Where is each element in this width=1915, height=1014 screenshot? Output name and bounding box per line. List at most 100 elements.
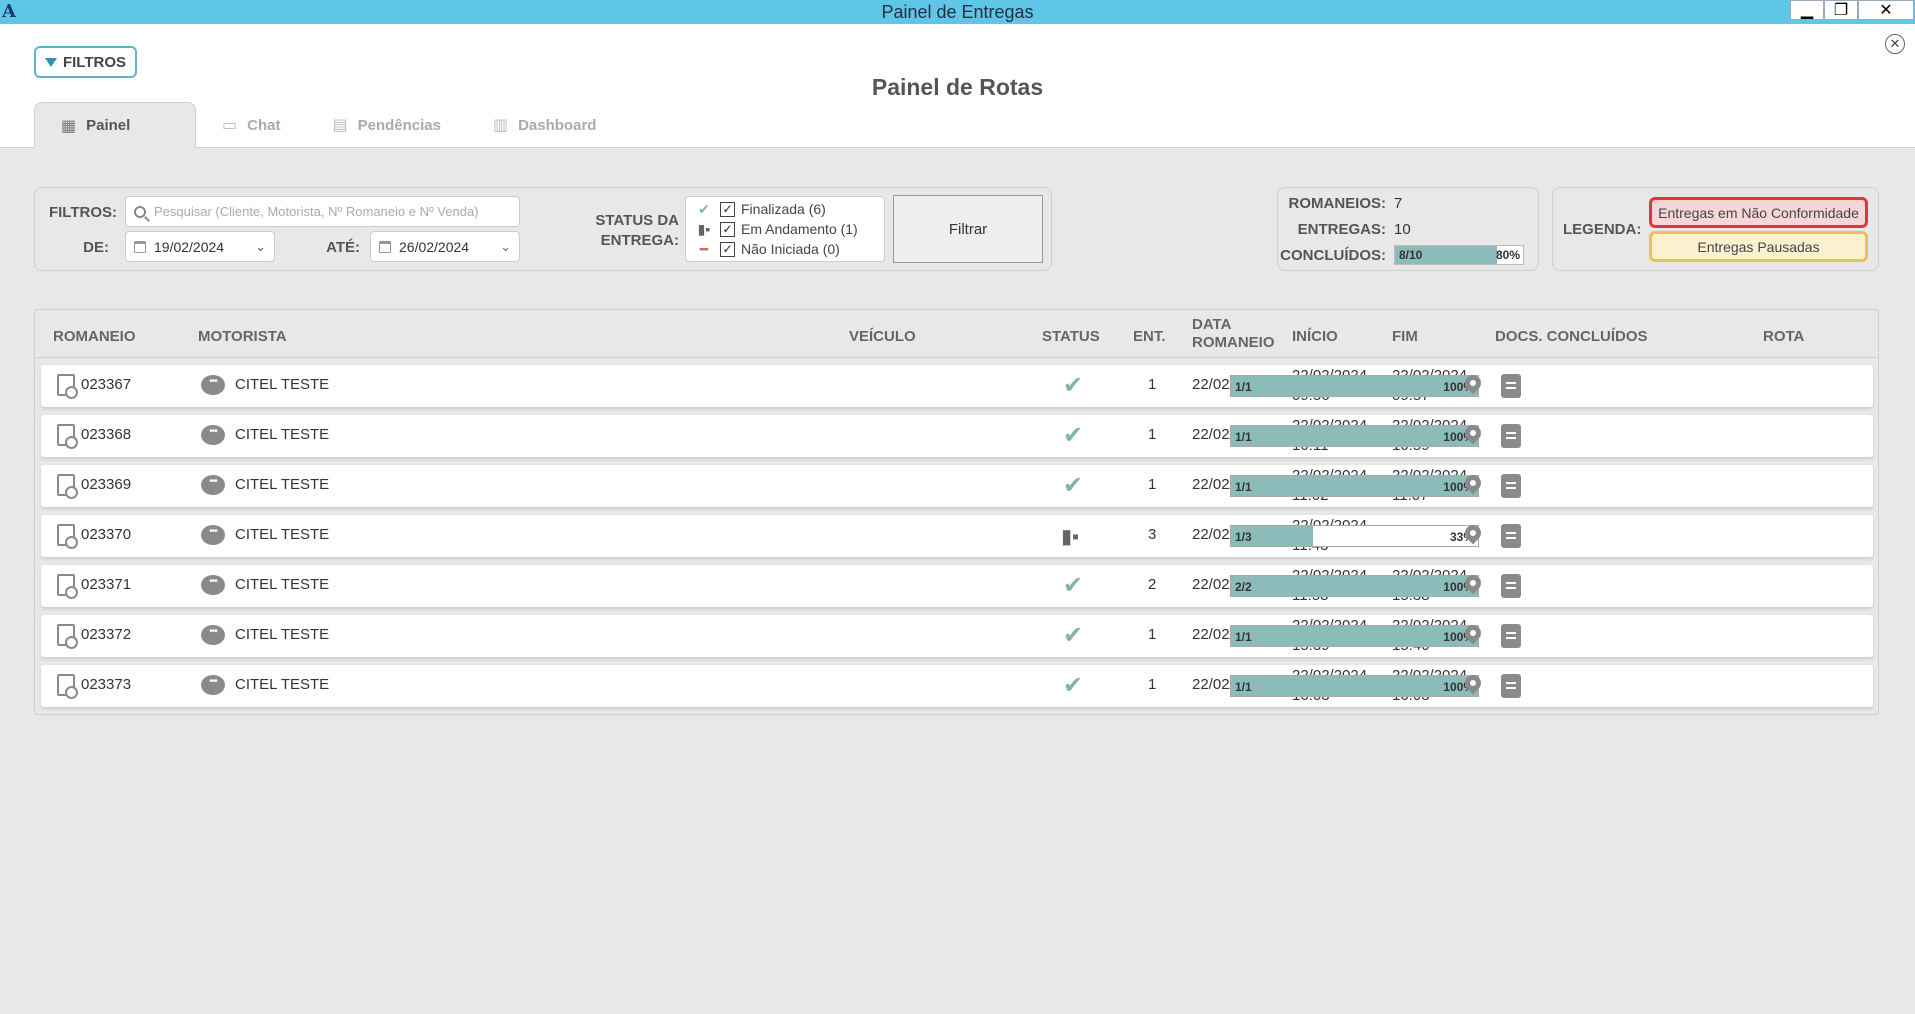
ent-count: 1	[1148, 476, 1157, 493]
chat-bubble-icon[interactable]: •••	[201, 525, 225, 545]
col-data-romaneio[interactable]: DATA ROMANEIO	[1192, 316, 1275, 352]
concluidos-label: CONCLUÍDOS:	[1280, 246, 1386, 264]
chat-icon: ▭	[222, 117, 238, 134]
ate-label: ATÉ:	[326, 239, 360, 256]
col-motorista[interactable]: MOTORISTA	[198, 328, 287, 346]
motorista-name: CITEL TESTE	[235, 576, 330, 593]
status-option-em-andamento[interactable]: ▮▪ ✓ Em Andamento (1)	[694, 220, 858, 238]
status-option-nao-iniciada[interactable]: ━ ✓ Não Iniciada (0)	[694, 240, 840, 258]
route-list-icon[interactable]	[1501, 674, 1521, 698]
col-romaneio[interactable]: ROMANEIO	[53, 328, 136, 346]
table-row[interactable]: 023367•••CITEL TESTE✔122/02/202422/02/20…	[41, 365, 1873, 407]
chat-bubble-icon[interactable]: •••	[201, 675, 225, 695]
filters-toggle-label: FILTROS	[62, 53, 127, 71]
em-andamento-checkbox[interactable]: ✓	[720, 221, 735, 237]
tab-pendencias[interactable]: ▤ Pendências	[306, 102, 467, 148]
nao-iniciada-checkbox[interactable]: ✓	[720, 241, 735, 257]
col-docs-concluidos[interactable]: DOCS. CONCLUÍDOS	[1495, 328, 1648, 346]
progress-fill	[1231, 476, 1478, 496]
status-label-line: STATUS DA	[595, 212, 679, 229]
chat-bubble-icon[interactable]: •••	[201, 575, 225, 595]
status-filter-box: ✔ ✓ Finalizada (6) ▮▪ ✓ Em Andamento (1)…	[685, 196, 885, 262]
filter-panel: FILTROS: Pesquisar (Cliente, Motorista, …	[34, 187, 1052, 271]
minimize-button[interactable]: ▁	[1790, 0, 1824, 20]
view-document-icon[interactable]	[57, 574, 78, 599]
date-from-value: 19/02/2024	[154, 238, 225, 255]
romaneio-number: 023369	[81, 476, 132, 493]
chat-bubble-icon[interactable]: •••	[201, 375, 225, 395]
view-document-icon[interactable]	[57, 374, 78, 399]
ent-count: 1	[1148, 376, 1157, 393]
docs-progress-bar: 1/1 100%	[1230, 475, 1479, 497]
romaneios-summary: ROMANEIOS: 7	[1278, 193, 1403, 213]
truck-icon: ▮▪	[697, 220, 711, 237]
view-document-icon[interactable]	[57, 474, 78, 499]
check-icon: ✔	[698, 200, 710, 217]
date-from-picker[interactable]: 19/02/2024 ⌄	[125, 231, 275, 262]
col-inicio[interactable]: INÍCIO	[1292, 328, 1338, 346]
view-document-icon[interactable]	[57, 524, 78, 549]
table-row[interactable]: 023371•••CITEL TESTE✔222/02/202422/02/20…	[41, 565, 1873, 607]
chat-bubble-icon[interactable]: •••	[201, 625, 225, 645]
chat-bubble-icon[interactable]: •••	[201, 475, 225, 495]
tab-chat[interactable]: ▭ Chat	[196, 102, 306, 148]
dash-icon: ━	[699, 240, 709, 257]
document-icon: ▤	[332, 117, 348, 134]
route-list-icon[interactable]	[1501, 374, 1521, 398]
col-status[interactable]: STATUS	[1042, 328, 1100, 346]
close-panel-button[interactable]: ✕	[1885, 34, 1905, 54]
tab-painel[interactable]: ▦ Painel	[34, 102, 196, 148]
search-icon	[134, 205, 146, 218]
maximize-button[interactable]: ❐	[1824, 0, 1858, 20]
date-to-value: 26/02/2024	[399, 238, 470, 255]
search-input[interactable]: Pesquisar (Cliente, Motorista, Nº Romane…	[125, 196, 520, 227]
ent-count: 1	[1148, 676, 1157, 693]
route-list-icon[interactable]	[1501, 524, 1521, 548]
romaneios-value: 7	[1394, 194, 1403, 212]
col-ent[interactable]: ENT.	[1133, 328, 1166, 346]
route-list-icon[interactable]	[1501, 424, 1521, 448]
route-list-icon[interactable]	[1501, 624, 1521, 648]
progress-percent: 80%	[1495, 248, 1520, 262]
romaneio-number: 023367	[81, 376, 132, 393]
route-list-icon[interactable]	[1501, 474, 1521, 498]
finalizada-checkbox[interactable]: ✓	[720, 201, 735, 217]
progress-fill	[1231, 576, 1478, 596]
ent-count: 2	[1148, 576, 1157, 593]
chat-bubble-icon[interactable]: •••	[201, 425, 225, 445]
status-option-label: Não Iniciada (0)	[741, 241, 840, 257]
table-row[interactable]: 023372•••CITEL TESTE✔122/02/202422/02/20…	[41, 615, 1873, 657]
view-document-icon[interactable]	[57, 424, 78, 449]
docs-progress-bar: 1/1 100%	[1230, 625, 1479, 647]
tab-label: Pendências	[357, 116, 441, 134]
col-fim[interactable]: FIM	[1392, 328, 1418, 346]
table-row[interactable]: 023373•••CITEL TESTE✔122/02/202422/02/20…	[41, 665, 1873, 707]
view-document-icon[interactable]	[57, 624, 78, 649]
table-row[interactable]: 023370•••CITEL TESTE▮▪322/02/202422/02/2…	[41, 515, 1873, 557]
col-veiculo[interactable]: VEÍCULO	[849, 328, 916, 346]
tab-label: Painel	[86, 117, 131, 134]
docs-progress-bar: 1/3 33%	[1230, 525, 1479, 547]
col-rota[interactable]: ROTA	[1763, 328, 1804, 346]
chevron-down-icon: ⌄	[255, 239, 266, 254]
route-list-icon[interactable]	[1501, 574, 1521, 598]
docs-count: 1/1	[1235, 430, 1252, 444]
chevron-down-icon: ⌄	[500, 239, 511, 254]
filter-icon	[44, 57, 57, 67]
view-document-icon[interactable]	[57, 674, 78, 699]
tab-dashboard[interactable]: ▥ Dashboard	[467, 102, 622, 148]
col-label-line: DATA	[1192, 316, 1232, 333]
table-row[interactable]: 023368•••CITEL TESTE✔122/02/202422/02/20…	[41, 415, 1873, 457]
romaneio-number: 023370	[81, 526, 132, 543]
legend-paused: Entregas Pausadas	[1649, 231, 1868, 262]
filter-button[interactable]: Filtrar	[893, 195, 1043, 263]
close-window-button[interactable]: ✕	[1858, 0, 1914, 20]
docs-progress-bar: 1/1 100%	[1230, 375, 1479, 397]
concluidos-summary: CONCLUÍDOS: 8/10 80%	[1278, 245, 1524, 265]
table-row[interactable]: 023369•••CITEL TESTE✔122/02/202422/02/20…	[41, 465, 1873, 507]
date-to-picker[interactable]: 26/02/2024 ⌄	[370, 231, 520, 262]
status-option-finalizada[interactable]: ✔ ✓ Finalizada (6)	[694, 200, 826, 218]
status-entrega-label: STATUS DA ENTREGA:	[555, 211, 679, 251]
status-option-label: Finalizada (6)	[741, 201, 826, 217]
check-icon: ✔	[1063, 422, 1084, 449]
